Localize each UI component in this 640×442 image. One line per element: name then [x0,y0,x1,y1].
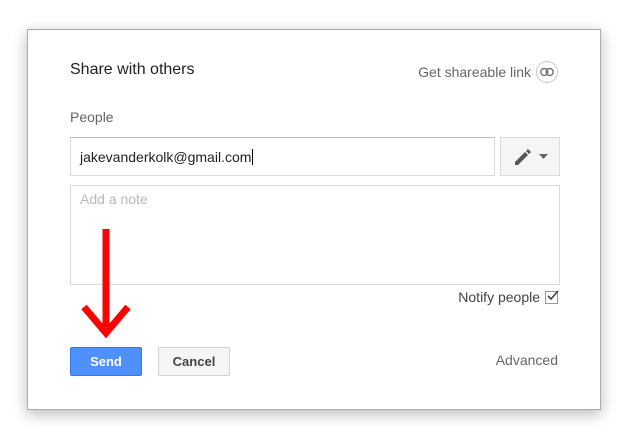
dialog-title: Share with others [70,61,195,78]
share-dialog: Share with others Get shareable link Peo… [27,29,601,410]
text-cursor [252,148,254,165]
cancel-button[interactable]: Cancel [158,347,230,376]
email-value: jakevanderkolk@gmail.com [80,148,252,165]
caret-down-icon [538,154,548,159]
advanced-link[interactable]: Advanced [496,352,558,368]
notify-people-option[interactable]: Notify people [458,289,559,305]
notify-checkbox[interactable] [545,289,559,304]
send-button[interactable]: Send [70,347,142,376]
permission-dropdown-button[interactable] [500,137,560,176]
link-icon[interactable] [536,61,558,83]
checkmark-icon [547,289,559,300]
red-arrow-annotation [81,229,131,339]
shareable-link-label: Get shareable link [418,64,531,80]
get-shareable-link[interactable]: Get shareable link [418,61,558,83]
notify-label: Notify people [458,289,540,305]
note-placeholder: Add a note [80,191,148,207]
pencil-icon [514,148,531,165]
people-email-input[interactable]: jakevanderkolk@gmail.com [70,137,495,176]
people-label: People [70,109,114,125]
note-textarea[interactable]: Add a note [70,185,560,285]
